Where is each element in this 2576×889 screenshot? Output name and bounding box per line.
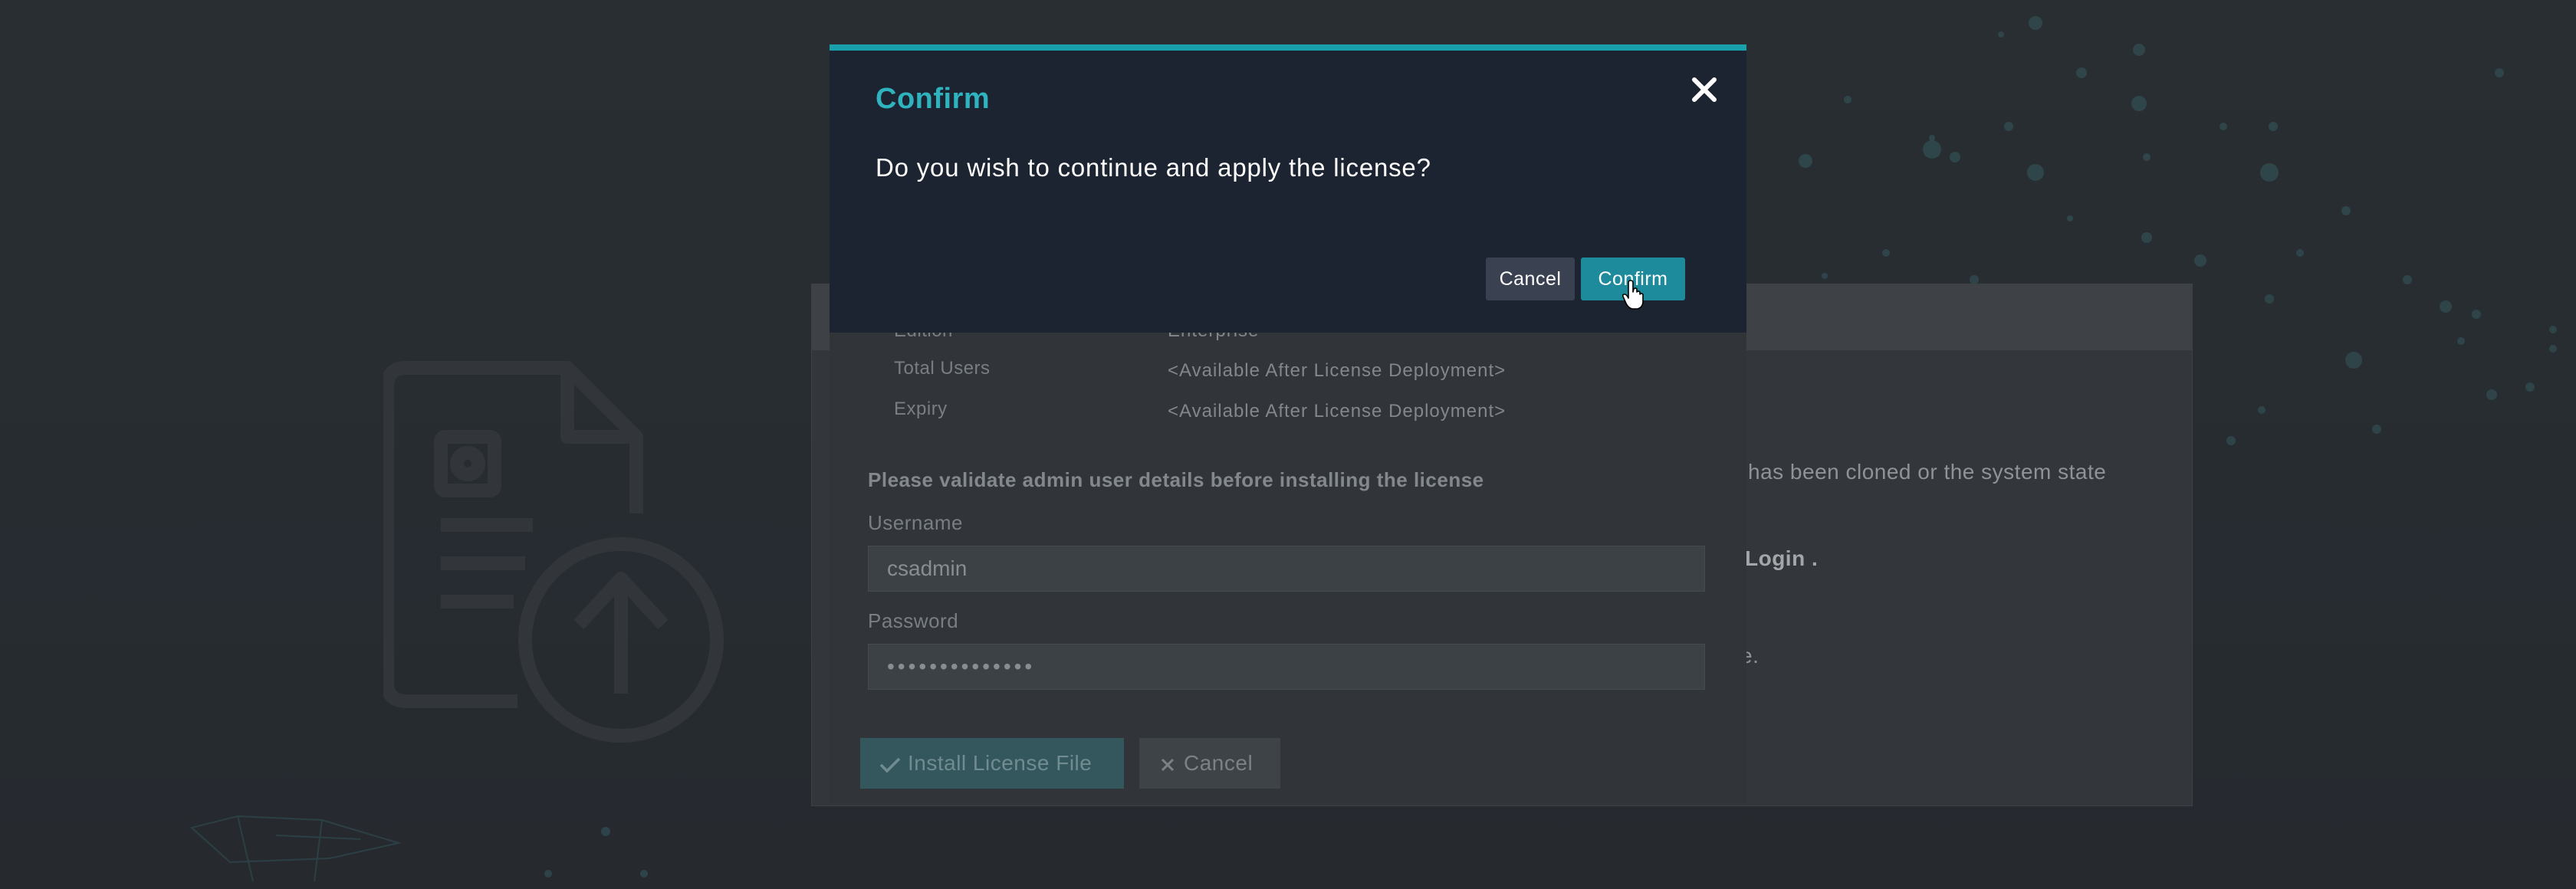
dialog-message: Do you wish to continue and apply the li… [876,153,1431,182]
dialog-cancel-button[interactable]: Cancel [1486,258,1575,300]
confirm-dialog: Confirm Do you wish to continue and appl… [830,44,1746,333]
dialog-title: Confirm [876,83,991,115]
pointer-cursor-icon [1622,280,1644,310]
close-icon[interactable] [1687,72,1722,107]
